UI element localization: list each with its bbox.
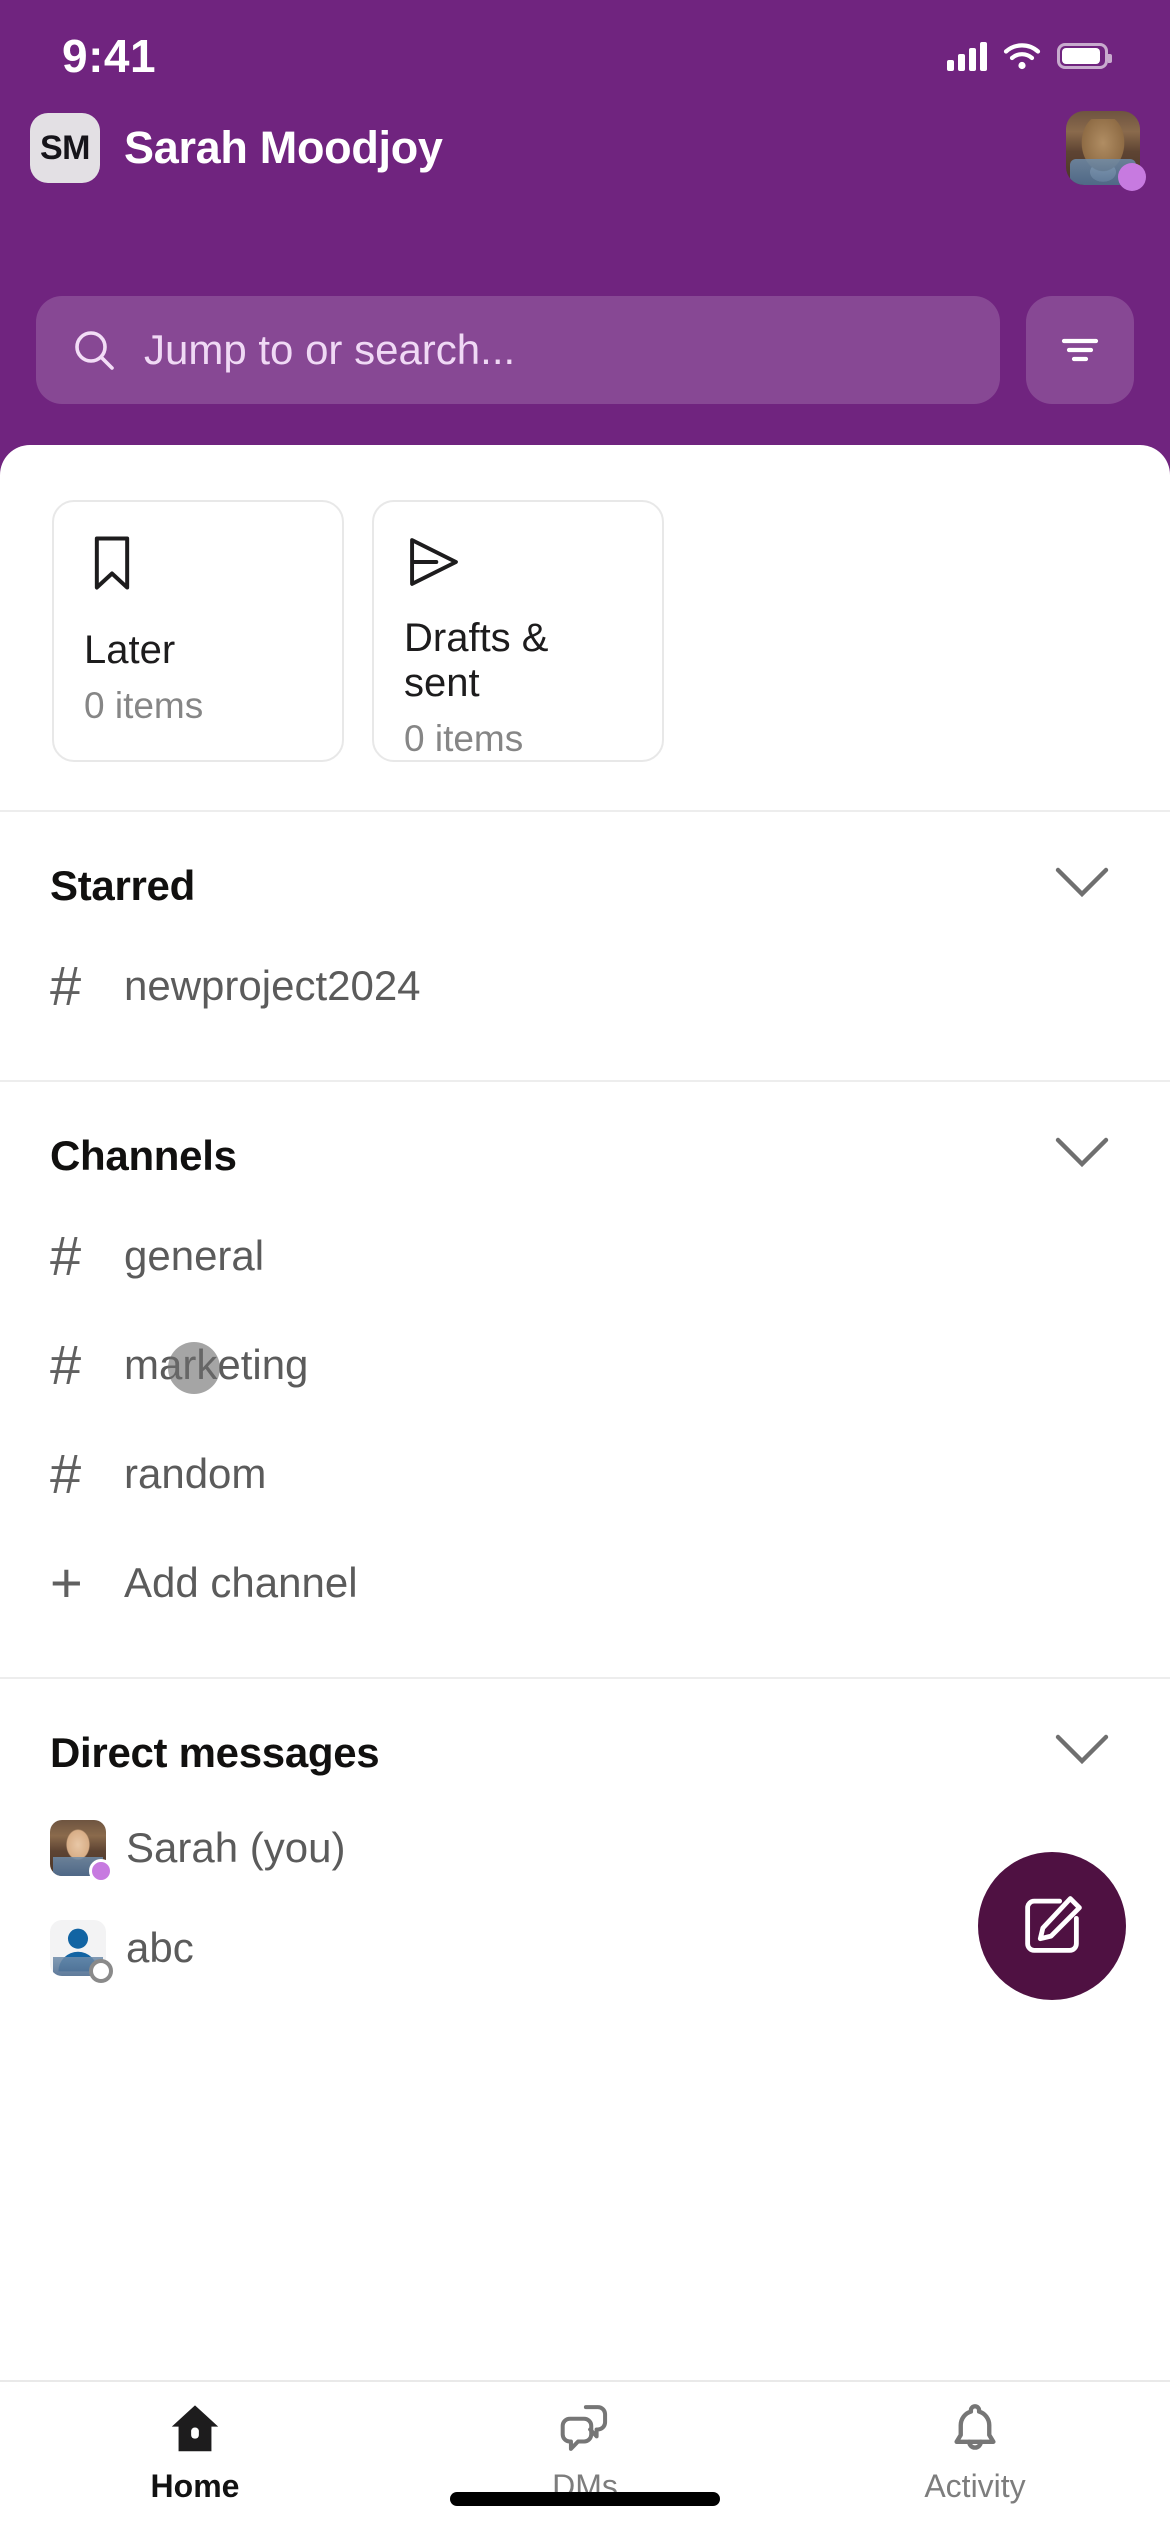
- plus-icon: +: [50, 1551, 83, 1614]
- chevron-down-icon[interactable]: [1044, 856, 1120, 915]
- status-bar-time: 9:41: [62, 30, 157, 82]
- hash-icon: #: [50, 1442, 82, 1505]
- channel-label: random: [124, 1449, 267, 1497]
- filter-button[interactable]: [1026, 296, 1134, 404]
- later-card-count: 0 items: [84, 685, 204, 726]
- drafts-sent-card-count: 0 items: [404, 718, 524, 759]
- tab-label-home: Home: [150, 2468, 240, 2504]
- wifi-icon: [1003, 43, 1041, 70]
- channel-row-newproject2024[interactable]: # newproject2024: [0, 931, 1170, 1040]
- bookmark-icon: [84, 532, 312, 624]
- tab-label-activity: Activity: [924, 2468, 1026, 2504]
- avatar[interactable]: [1066, 111, 1146, 191]
- channel-row-general[interactable]: # general: [0, 1201, 1170, 1310]
- chevron-down-icon[interactable]: [1044, 1723, 1120, 1782]
- section-title-starred: Starred: [50, 861, 195, 909]
- tab-home[interactable]: Home: [0, 2400, 390, 2505]
- search-placeholder: Jump to or search...: [144, 326, 516, 373]
- status-bar: 9:41: [0, 0, 1170, 96]
- signal-bars-icon: [947, 41, 987, 71]
- home-indicator: [450, 2492, 720, 2506]
- home-icon: [171, 2405, 219, 2452]
- dm-label: Sarah (you): [126, 1824, 346, 1871]
- tap-indicator: [168, 1342, 220, 1394]
- drafts-sent-card-title: Drafts & sent: [404, 616, 549, 705]
- add-channel-label: Add channel: [124, 1558, 358, 1606]
- hash-icon: #: [50, 1333, 82, 1396]
- search-input[interactable]: Jump to or search...: [36, 296, 1000, 404]
- drafts-sent-card[interactable]: Drafts & sent 0 items: [372, 500, 664, 762]
- workspace-name[interactable]: Sarah Moodjoy: [124, 122, 443, 174]
- status-badge: [89, 1859, 113, 1883]
- status-badge: [89, 1959, 113, 1983]
- later-card[interactable]: Later 0 items: [52, 500, 344, 762]
- avatar: [50, 1920, 113, 1983]
- section-header-starred[interactable]: Starred: [0, 812, 1170, 931]
- chevron-down-icon[interactable]: [1044, 1126, 1120, 1185]
- channel-row-random[interactable]: # random: [0, 1419, 1170, 1528]
- channel-label: general: [124, 1231, 265, 1279]
- status-bar-indicators: [947, 25, 1112, 71]
- channel-label: newproject2024: [124, 961, 421, 1009]
- compose-pencil-icon: [1025, 1896, 1082, 1953]
- search-row: Jump to or search...: [0, 290, 1170, 410]
- bell-icon: [954, 2404, 996, 2450]
- hash-icon: #: [50, 954, 82, 1017]
- tab-activity[interactable]: Activity: [780, 2400, 1170, 2505]
- avatar: [50, 1820, 113, 1883]
- dm-label: abc: [126, 1924, 194, 1971]
- paper-plane-icon: [404, 532, 632, 612]
- slack-mobile-home-screen: 9:41 SM Sarah Moodjoy Jump to or search.…: [0, 0, 1170, 2532]
- speech-bubbles-icon: [560, 2405, 608, 2451]
- section-header-channels[interactable]: Channels: [0, 1082, 1170, 1201]
- compose-button[interactable]: [978, 1852, 1126, 2000]
- workspace-icon[interactable]: SM: [30, 113, 100, 183]
- bottom-tab-bar: Home DMs Activity: [0, 2380, 1170, 2532]
- section-header-direct-messages[interactable]: Direct messages: [0, 1679, 1170, 1798]
- channel-row-marketing[interactable]: # marketing: [0, 1310, 1170, 1419]
- status-badge: [1118, 163, 1146, 191]
- add-channel-button[interactable]: + Add channel: [0, 1528, 1170, 1637]
- section-title-direct-messages: Direct messages: [50, 1728, 380, 1776]
- quick-cards: Later 0 items Drafts & sent 0 items: [0, 445, 1170, 810]
- search-icon: [75, 331, 114, 370]
- section-title-channels: Channels: [50, 1131, 237, 1179]
- tab-dms[interactable]: DMs: [390, 2400, 780, 2505]
- later-card-title: Later: [84, 628, 176, 672]
- hash-icon: #: [50, 1224, 82, 1287]
- battery-icon: [1057, 43, 1112, 69]
- filter-icon: [1061, 338, 1099, 362]
- workspace-header: SM Sarah Moodjoy: [0, 96, 1170, 200]
- home-content-sheet: Later 0 items Drafts & sent 0 items Star…: [0, 445, 1170, 2532]
